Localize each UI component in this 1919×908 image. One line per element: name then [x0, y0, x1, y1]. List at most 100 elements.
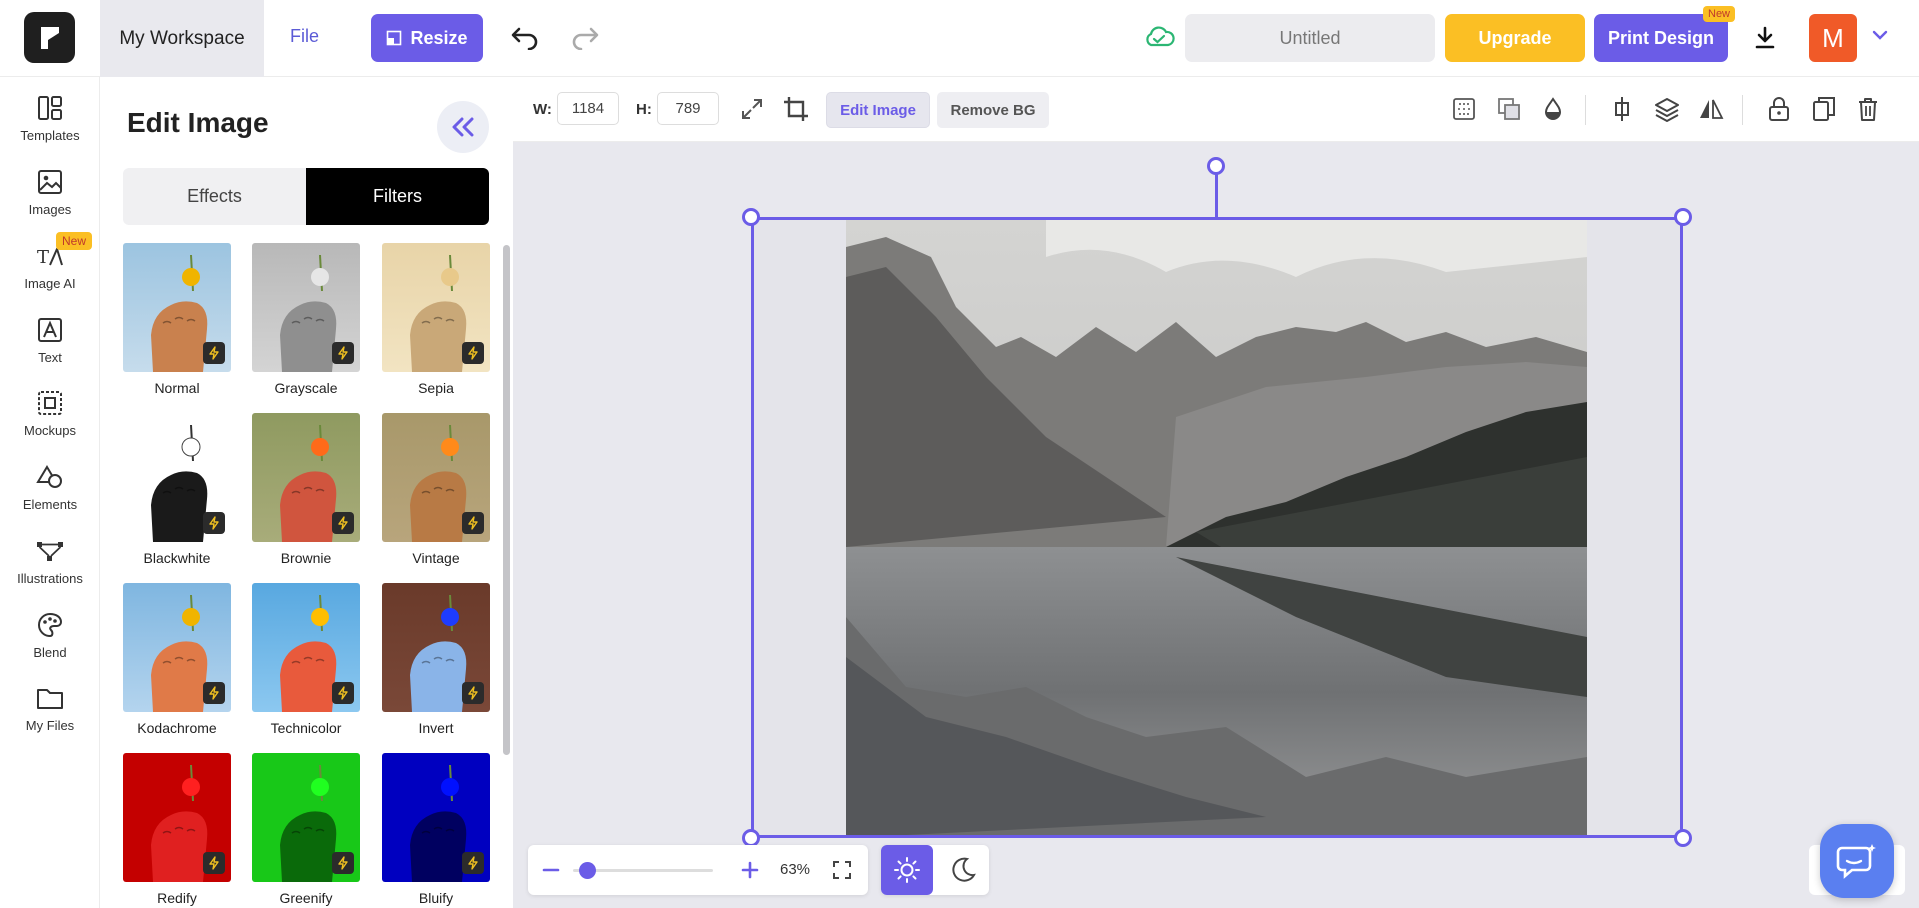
resize-handle-top-right[interactable] [1674, 208, 1692, 226]
filter-greenify[interactable]: Greenify [252, 753, 360, 906]
file-menu-button[interactable]: File [290, 26, 319, 47]
image-toolbar: W: H: Edit Image Remove BG [513, 77, 1919, 142]
edit-image-panel: Edit Image Effects Filters Normal Graysca… [100, 77, 513, 908]
zoom-slider-knob[interactable] [579, 862, 597, 879]
design-title-input[interactable] [1185, 14, 1435, 62]
tab-effects[interactable]: Effects [123, 168, 306, 225]
chat-support-button[interactable] [1820, 824, 1894, 898]
flip-icon[interactable] [1694, 92, 1728, 126]
filter-thumbnail [123, 243, 231, 372]
layers-icon[interactable] [1650, 92, 1684, 126]
panel-scrollbar[interactable] [503, 245, 510, 755]
filter-thumbnail [382, 583, 490, 712]
edit-image-button[interactable]: Edit Image [826, 92, 930, 128]
filter-thumbnail [123, 413, 231, 542]
rail-item-illustrations[interactable]: Illustrations [0, 536, 100, 602]
theme-toggle [881, 845, 989, 895]
moon-icon[interactable] [937, 845, 989, 895]
rail-label: Mockups [23, 423, 77, 438]
rail-item-mockups[interactable]: Mockups [0, 388, 100, 454]
left-rail: Templates Images T Image AI Text Mockups… [0, 77, 100, 908]
filter-vintage[interactable]: Vintage [382, 413, 490, 566]
chevron-down-icon[interactable] [1871, 28, 1889, 47]
filter-sepia[interactable]: Sepia [382, 243, 490, 396]
filter-blackwhite[interactable]: Blackwhite [123, 413, 231, 566]
illustrations-icon [35, 536, 65, 566]
trash-icon[interactable] [1851, 92, 1885, 126]
filter-grayscale[interactable]: Grayscale [252, 243, 360, 396]
rail-label: My Files [25, 718, 75, 733]
filter-brownie[interactable]: Brownie [252, 413, 360, 566]
toolbar-divider [1742, 95, 1743, 125]
filter-bluify[interactable]: Bluify [382, 753, 490, 906]
filter-invert[interactable]: Invert [382, 583, 490, 736]
undo-icon[interactable] [510, 24, 540, 55]
app-logo[interactable] [24, 12, 75, 63]
resize-handle-bottom-right[interactable] [1674, 829, 1692, 847]
redo-icon[interactable] [570, 24, 600, 55]
rail-item-image-ai[interactable]: T Image AI [0, 241, 100, 307]
filter-label: Grayscale [274, 380, 338, 396]
filter-label: Brownie [280, 550, 332, 566]
rail-label: Text [38, 350, 62, 365]
width-input[interactable] [557, 92, 619, 125]
filter-kodachrome[interactable]: Kodachrome [123, 583, 231, 736]
filter-redify[interactable]: Redify [123, 753, 231, 906]
rail-label: Image AI [24, 276, 76, 291]
rail-item-templates[interactable]: Templates [0, 93, 100, 159]
opacity-drop-icon[interactable] [1536, 92, 1570, 126]
lightning-icon [332, 852, 354, 874]
duplicate-layer-icon[interactable] [1492, 92, 1526, 126]
resize-button[interactable]: Resize [371, 14, 483, 62]
toolbar-divider [1585, 95, 1586, 125]
zoom-out-icon[interactable] [540, 859, 562, 886]
fit-screen-icon[interactable] [831, 859, 853, 886]
rail-label: Illustrations [17, 571, 83, 586]
rail-item-text[interactable]: Text [0, 315, 100, 381]
lightning-icon [203, 852, 225, 874]
zoom-in-icon[interactable] [739, 859, 761, 886]
rotate-handle[interactable] [1207, 157, 1225, 175]
upgrade-button[interactable]: Upgrade [1445, 14, 1585, 62]
filter-thumbnail [252, 583, 360, 712]
copy-icon[interactable] [1807, 92, 1841, 126]
lightning-icon [332, 512, 354, 534]
workspace-button[interactable]: My Workspace [100, 0, 264, 77]
rail-item-images[interactable]: Images [0, 167, 100, 233]
lightning-icon [462, 852, 484, 874]
filter-thumbnail [382, 413, 490, 542]
filter-thumbnail [252, 243, 360, 372]
rail-label: Elements [22, 497, 78, 512]
remove-bg-button[interactable]: Remove BG [937, 92, 1049, 128]
mockups-icon [35, 388, 65, 418]
align-center-icon[interactable] [1605, 92, 1639, 126]
height-input[interactable] [657, 92, 719, 125]
rail-item-blend[interactable]: Blend [0, 610, 100, 676]
rail-item-elements[interactable]: Elements [0, 462, 100, 528]
filter-technicolor[interactable]: Technicolor [252, 583, 360, 736]
rail-label: Blend [33, 645, 67, 660]
lightning-icon [203, 342, 225, 364]
resize-handle-top-left[interactable] [742, 208, 760, 226]
selection-box [751, 217, 1683, 838]
download-icon[interactable] [1753, 24, 1777, 57]
user-avatar[interactable]: M [1809, 14, 1857, 62]
tab-filters[interactable]: Filters [306, 168, 489, 225]
rail-item-my-files[interactable]: My Files [0, 683, 100, 749]
width-label: W: [533, 101, 552, 118]
filter-label: Blackwhite [143, 550, 211, 566]
logo-icon [40, 26, 59, 49]
filter-thumbnail [382, 243, 490, 372]
filter-normal[interactable]: Normal [123, 243, 231, 396]
transparency-grid-icon[interactable] [1447, 92, 1481, 126]
lock-icon[interactable] [1762, 92, 1796, 126]
filter-label: Kodachrome [137, 720, 217, 736]
lightning-icon [203, 682, 225, 704]
crop-icon[interactable] [779, 92, 813, 126]
rail-label: Images [28, 202, 72, 217]
text-icon [35, 315, 65, 345]
rail-label: Templates [20, 128, 80, 143]
sun-icon[interactable] [881, 845, 933, 895]
collapse-panel-button[interactable] [437, 101, 489, 153]
expand-icon[interactable] [735, 92, 769, 126]
